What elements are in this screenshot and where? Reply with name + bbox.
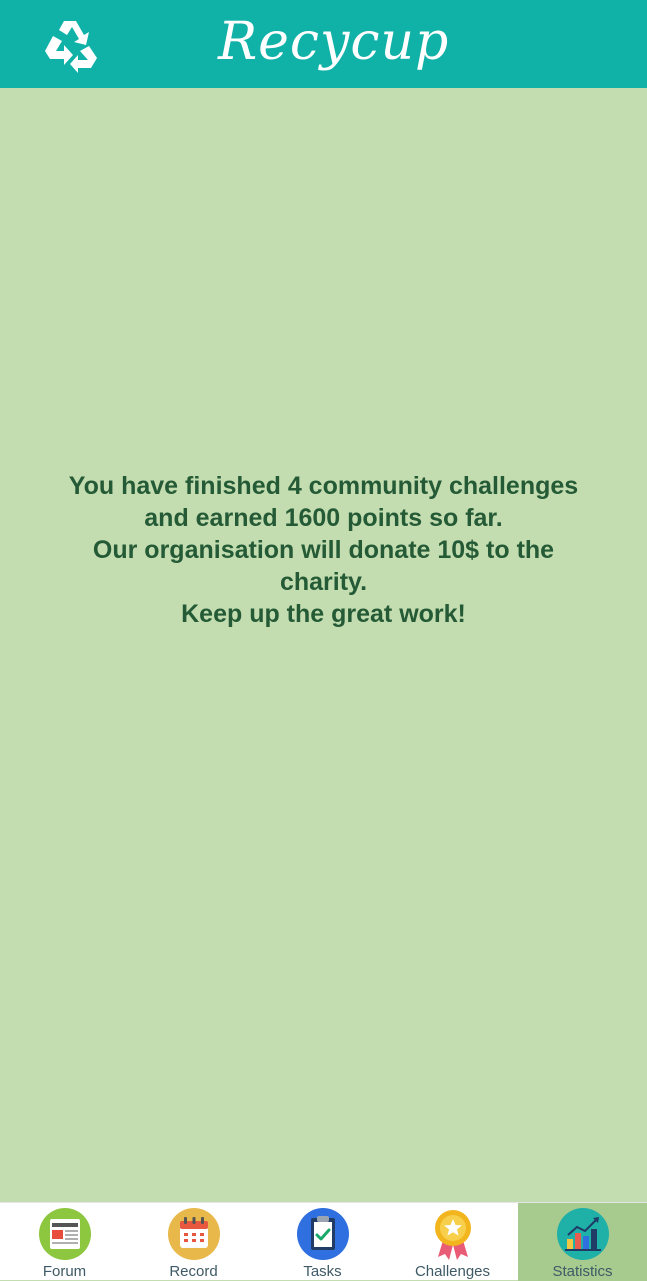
nav-label-record: Record: [169, 1263, 218, 1280]
summary-line-donation: Our organisation will donate 10$ to the: [92, 536, 555, 564]
nav-label-forum: Forum: [42, 1263, 87, 1280]
statistics-panel: You have finished 4 community challenges…: [0, 88, 647, 1202]
summary-line-encouragement: Keep up the great work!: [181, 600, 466, 628]
summary-line-charity: charity.: [279, 568, 368, 596]
bottom-nav: Forum Record Tasks Challenges Statistics: [0, 1202, 647, 1281]
recycle-icon[interactable]: [40, 15, 104, 75]
summary-line-challenges: You have finished 4 community challenges: [68, 472, 579, 500]
nav-label-challenges: Challenges: [414, 1263, 491, 1280]
nav-tab-challenges[interactable]: Challenges: [388, 1203, 517, 1281]
nav-tab-tasks[interactable]: Tasks: [258, 1203, 387, 1281]
clipboard-check-icon: [296, 1208, 349, 1260]
bar-chart-icon: [556, 1208, 609, 1260]
summary-line-points: and earned 1600 points so far.: [144, 504, 503, 532]
newspaper-icon: [38, 1208, 91, 1260]
nav-tab-record[interactable]: Record: [129, 1203, 258, 1281]
nav-label-statistics: Statistics: [552, 1263, 613, 1280]
nav-label-tasks: Tasks: [303, 1263, 342, 1280]
statistics-summary: You have finished 4 community challenges…: [20, 470, 627, 630]
medal-icon: [434, 1210, 471, 1260]
app-header: Recycup: [0, 0, 647, 88]
nav-tab-statistics[interactable]: Statistics: [518, 1203, 647, 1281]
nav-tab-forum[interactable]: Forum: [0, 1203, 129, 1281]
calendar-icon: [167, 1208, 220, 1260]
app-title: Recycup: [218, 12, 450, 72]
